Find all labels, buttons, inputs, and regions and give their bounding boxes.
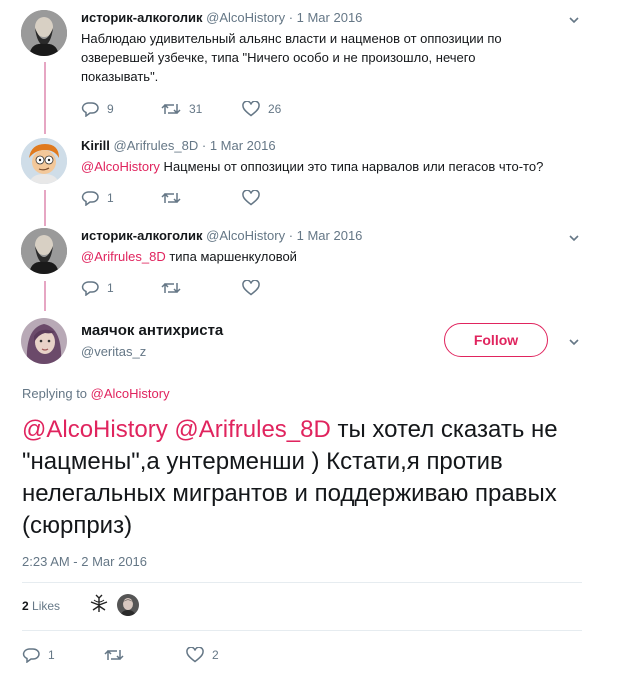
tweet-text: @Arifrules_8D типа маршенкуловой <box>81 247 551 266</box>
avatar[interactable] <box>21 228 67 274</box>
tweet-text-content: Нацмены от оппозиции это типа нарвалов и… <box>159 159 544 174</box>
liker-avatar[interactable] <box>88 594 110 616</box>
reply-action[interactable]: 1 <box>81 280 114 296</box>
retweet-count: 31 <box>189 102 203 116</box>
display-name[interactable]: Kirill <box>81 138 110 153</box>
heart-icon <box>242 101 260 117</box>
mention-link[interactable]: @AlcoHistory <box>81 159 160 174</box>
retweet-action[interactable]: 31 <box>161 101 202 117</box>
mosquito-icon <box>90 594 108 612</box>
separator-dot: · <box>198 138 210 153</box>
reply-count: 1 <box>107 281 114 295</box>
retweet-icon <box>161 282 181 294</box>
reply-icon <box>81 102 99 117</box>
like-count: 26 <box>268 102 282 116</box>
reply-action[interactable]: 1 <box>22 647 55 663</box>
likes-stat-label: Likes <box>32 599 61 613</box>
tweet-text: Наблюдаю удивительный альянс власти и на… <box>81 31 502 84</box>
retweet-icon <box>104 649 124 661</box>
liker-avatar[interactable] <box>117 594 139 616</box>
mention-link[interactable]: @Arifrules_8D <box>81 249 166 264</box>
thread-line <box>44 190 46 226</box>
divider <box>22 630 582 631</box>
reply-action[interactable]: 1 <box>81 190 114 206</box>
author-name[interactable]: маячок антихриста <box>81 322 223 339</box>
like-action[interactable]: 26 <box>242 101 281 117</box>
tweet-timestamp[interactable]: 2:23 AM - 2 Mar 2016 <box>22 554 147 569</box>
tweet-date[interactable]: 1 Мar 2016 <box>297 228 363 243</box>
reply-icon <box>81 191 99 206</box>
chevron-down-icon[interactable] <box>568 336 580 348</box>
thread-line <box>44 281 46 311</box>
like-action[interactable] <box>242 190 260 206</box>
reply-count: 9 <box>107 102 114 116</box>
mention-link[interactable]: @AlcoHistory <box>22 416 168 443</box>
heart-icon <box>186 647 204 663</box>
tweet-header: историк-алкоголик @AlcoHistory · 1 Мar 2… <box>81 228 362 243</box>
reply-icon <box>22 648 40 663</box>
author-handle[interactable]: @veritas_z <box>81 344 146 359</box>
avatar[interactable] <box>21 10 67 56</box>
tweet-header: историк-алкоголик @AlcoHistory · 1 Мar 2… <box>81 10 362 25</box>
tweet-text: @AlcoHistory Нацмены от оппозиции это ти… <box>81 157 581 176</box>
tweet-header: Kirill @Arifrules_8D · 1 Mar 2016 <box>81 138 276 153</box>
heart-icon <box>242 280 260 296</box>
tweet-date[interactable]: 1 Mar 2016 <box>210 138 276 153</box>
separator-dot: · <box>285 228 297 243</box>
replying-to-label: Replying to <box>22 386 91 401</box>
mention-link[interactable]: @Arifrules_8D <box>174 416 330 443</box>
handle[interactable]: @Arifrules_8D <box>114 138 199 153</box>
reply-icon <box>81 281 99 296</box>
retweet-action[interactable] <box>104 647 124 663</box>
retweet-action[interactable] <box>161 190 181 206</box>
likes-stat-count: 2 <box>22 599 29 613</box>
handle[interactable]: @AlcoHistory <box>206 10 285 25</box>
reply-action[interactable]: 9 <box>81 101 114 117</box>
avatar[interactable] <box>21 318 67 364</box>
tweet-date[interactable]: 1 Мar 2016 <box>297 10 363 25</box>
separator-dot: · <box>285 10 297 25</box>
main-tweet-text: @AlcoHistory @Arifrules_8D ты хотел сказ… <box>22 414 582 542</box>
like-action[interactable]: 2 <box>186 647 219 663</box>
tweet-text-content: типа маршенкуловой <box>165 249 297 264</box>
replying-to-link[interactable]: @AlcoHistory <box>91 386 170 401</box>
avatar[interactable] <box>21 138 67 184</box>
divider <box>22 582 582 583</box>
chevron-down-icon[interactable] <box>568 232 580 244</box>
heart-icon <box>242 190 260 206</box>
thread-line <box>44 62 46 134</box>
like-count: 2 <box>212 648 219 662</box>
display-name[interactable]: историк-алкоголик <box>81 10 203 25</box>
replying-to: Replying to @AlcoHistory <box>22 386 170 401</box>
chevron-down-icon[interactable] <box>568 14 580 26</box>
reply-count: 1 <box>48 648 55 662</box>
retweet-icon <box>161 103 181 115</box>
display-name[interactable]: историк-алкоголик <box>81 228 203 243</box>
retweet-icon <box>161 192 181 204</box>
handle[interactable]: @AlcoHistory <box>206 228 285 243</box>
likes-stat[interactable]: 2 Likes <box>22 599 60 613</box>
like-action[interactable] <box>242 280 260 296</box>
follow-button[interactable]: Follow <box>444 323 548 357</box>
retweet-action[interactable] <box>161 280 181 296</box>
reply-count: 1 <box>107 191 114 205</box>
